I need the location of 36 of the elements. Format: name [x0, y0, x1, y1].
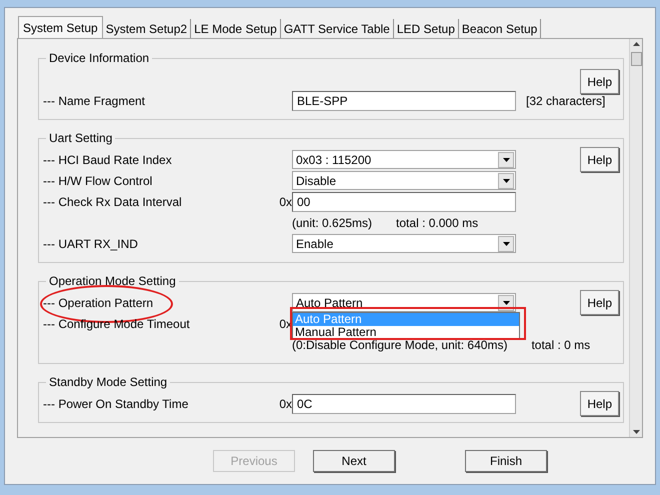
text-input[interactable]: 0C [292, 394, 516, 414]
wizard-button[interactable]: Next [313, 450, 395, 472]
hint-text: (unit: 0.625ms) [292, 214, 372, 232]
help-button[interactable]: Help [580, 147, 619, 172]
group-title: Operation Mode Setting [48, 273, 177, 290]
hex-prefix: 0x [279, 396, 292, 410]
dropdown-option[interactable]: Manual Pattern [293, 326, 519, 339]
hex-prefix: 0x [279, 194, 292, 208]
field-label: --- Power On Standby Time [43, 396, 190, 412]
wizard-button[interactable]: Finish [465, 450, 547, 472]
total-text: total : 0.000 ms [396, 214, 478, 232]
tab[interactable]: System Setup [18, 16, 103, 38]
group-title: Device Information [48, 50, 150, 67]
help-button[interactable]: Help [580, 69, 619, 94]
text-input[interactable]: 00 [292, 192, 516, 212]
text-input[interactable]: BLE-SPP [292, 90, 516, 110]
help-button[interactable]: Help [580, 290, 619, 315]
scrollbar[interactable] [629, 39, 642, 437]
field-label: --- Operation Pattern [43, 294, 154, 312]
dropdown-field[interactable]: Enable [292, 234, 516, 253]
field-label: --- UART RX_IND [43, 236, 139, 252]
field-label: --- H/W Flow Control [43, 172, 154, 190]
field-label: --- HCI Baud Rate Index [43, 152, 173, 168]
group-title: Uart Setting [48, 130, 114, 147]
field-label: --- Check Rx Data Interval [43, 194, 183, 210]
dropdown-field[interactable]: Disable [292, 171, 516, 190]
help-button[interactable]: Help [580, 391, 619, 416]
field-label: --- Name Fragment [43, 92, 146, 110]
total-text: total : 0 ms [531, 336, 590, 354]
scroll-up-icon[interactable] [632, 42, 640, 46]
dropdown-field[interactable]: 0x03 : 115200 [292, 150, 516, 169]
hint-text: (0:Disable Configure Mode, unit: 640ms) [292, 336, 508, 354]
scroll-thumb[interactable] [630, 52, 642, 66]
length-hint: [32 characters] [526, 92, 606, 110]
scroll-down-icon[interactable] [632, 430, 640, 434]
group-title: Standby Mode Setting [48, 374, 168, 391]
